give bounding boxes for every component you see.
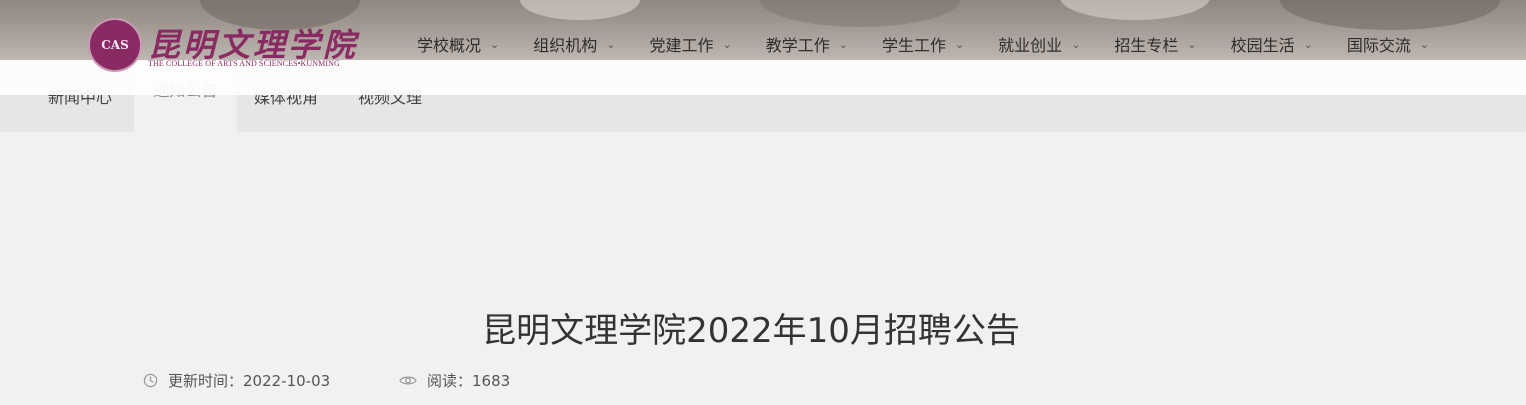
eye-icon <box>399 376 417 384</box>
chevron-down-icon: ⌄ <box>954 37 965 51</box>
read-count: 阅读：1683 <box>399 368 510 392</box>
page-title: 昆明文理学院2022年10月招聘公告 <box>482 310 1020 351</box>
nav-item-label: 学生工作 <box>881 36 946 55</box>
clock-icon <box>143 373 158 387</box>
chevron-down-icon: ⌄ <box>606 37 616 51</box>
nav-item-organization[interactable]: 组织机构 ⌄ <box>516 22 632 66</box>
nav-item-label: 教学工作 <box>765 36 830 55</box>
update-time-text: 更新时间：2022-10-03 <box>168 371 331 390</box>
nav-item-admissions[interactable]: 招生专栏 ⌄ <box>1097 22 1213 66</box>
chevron-down-icon: ⌄ <box>490 37 500 51</box>
banner-photo-shape <box>1060 0 1210 20</box>
college-seal: CAS <box>88 18 142 72</box>
chevron-down-icon: ⌄ <box>1303 37 1313 51</box>
main-navigation: 学校概况 ⌄ 组织机构 ⌄ 党建工作 ⌄ 教学工作 ⌄ 学生工作 ⌄ 就业创业 ⌄ 招生专栏… <box>400 22 1446 66</box>
chevron-down-icon: ⌄ <box>838 37 848 51</box>
nav-item-employment[interactable]: 就业创业 ⌄ <box>981 22 1097 66</box>
chevron-down-icon: ⌄ <box>1187 37 1197 51</box>
nav-item-label: 招生专栏 <box>1114 36 1179 55</box>
nav-item-party-work[interactable]: 党建工作 ⌄ <box>632 22 748 66</box>
nav-item-label: 国际交流 <box>1346 36 1411 55</box>
nav-item-label: 就业创业 <box>998 36 1063 55</box>
seal-text: CAS <box>101 38 129 52</box>
nav-item-label: 校园生活 <box>1230 36 1295 55</box>
chevron-down-icon: ⌄ <box>722 37 732 51</box>
read-count-text: 阅读：1683 <box>427 371 511 390</box>
banner-photo-shape <box>520 0 640 20</box>
nav-item-student-affairs[interactable]: 学生工作 ⌄ <box>865 22 981 66</box>
college-logo[interactable]: CAS 昆明文理学院 THE COLLEGE OF ARTS AND SCIEN… <box>88 18 378 72</box>
nav-item-teaching[interactable]: 教学工作 ⌄ <box>749 22 865 66</box>
nav-item-international[interactable]: 国际交流 ⌄ <box>1330 22 1446 66</box>
college-name-en: THE COLLEGE OF ARTS AND SCIENCES•KUNMING <box>148 59 340 68</box>
update-time: 更新时间：2022-10-03 <box>143 368 330 392</box>
nav-item-campus-life[interactable]: 校园生活 ⌄ <box>1214 22 1330 66</box>
nav-item-label: 学校概况 <box>417 36 482 55</box>
nav-item-about[interactable]: 学校概况 ⌄ <box>400 22 516 66</box>
chevron-down-icon: ⌄ <box>1419 37 1430 51</box>
nav-item-label: 组织机构 <box>533 36 598 55</box>
chevron-down-icon: ⌄ <box>1071 37 1081 51</box>
nav-item-label: 党建工作 <box>649 36 714 55</box>
